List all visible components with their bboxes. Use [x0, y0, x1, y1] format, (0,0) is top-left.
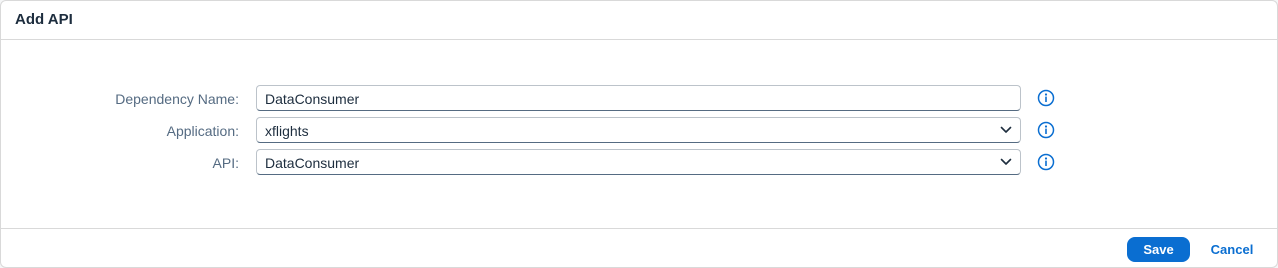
application-value: xflights [265, 123, 309, 139]
cancel-button[interactable]: Cancel [1201, 237, 1263, 262]
dependency-name-value: DataConsumer [265, 91, 360, 107]
save-button[interactable]: Save [1127, 237, 1190, 262]
info-icon[interactable] [1037, 153, 1055, 171]
chevron-down-icon[interactable] [1000, 124, 1012, 136]
info-icon[interactable] [1037, 89, 1055, 107]
api-row: API: DataConsumer [1, 149, 1277, 175]
api-value: DataConsumer [265, 155, 360, 171]
dialog-footer: Save Cancel [1, 228, 1277, 267]
dependency-name-input[interactable]: DataConsumer [256, 85, 1021, 111]
api-select[interactable]: DataConsumer [256, 149, 1021, 175]
dialog-header: Add API [1, 1, 1277, 40]
application-select[interactable]: xflights [256, 117, 1021, 143]
api-label: API: [212, 155, 239, 171]
add-api-dialog: Add API Dependency Name: DataConsumer Ap… [0, 0, 1278, 268]
application-row: Application: xflights [1, 117, 1277, 143]
dialog-title: Add API [15, 11, 73, 28]
application-label: Application: [166, 123, 239, 139]
chevron-down-icon[interactable] [1000, 156, 1012, 168]
dependency-name-label: Dependency Name: [115, 91, 239, 107]
info-icon[interactable] [1037, 121, 1055, 139]
dependency-name-row: Dependency Name: DataConsumer [1, 85, 1277, 111]
